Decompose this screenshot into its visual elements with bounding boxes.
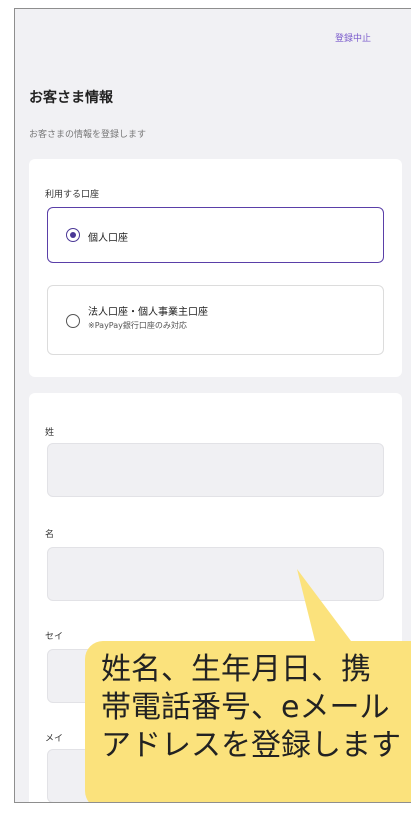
callout-text: 姓名、生年月日、携 帯電話番号、eメール アドレスを登録します	[101, 652, 401, 763]
corporate-account-note: ※PayPay銀行口座のみ対応	[88, 321, 187, 330]
radio-unselected-icon[interactable]	[66, 314, 80, 328]
app-screen: 登録中止 お客さま情報 お客さまの情報を登録します 利用する口座 個人口座 法人…	[14, 8, 411, 803]
radio-selected-icon[interactable]	[66, 228, 80, 242]
last-name-input[interactable]	[47, 443, 384, 497]
first-name-label: 名	[45, 530, 55, 540]
account-type-label: 利用する口座	[45, 190, 100, 200]
cancel-registration-link[interactable]: 登録中止	[335, 31, 371, 44]
tutorial-callout: 姓名、生年月日、携 帯電話番号、eメール アドレスを登録します	[85, 641, 411, 802]
personal-account-option[interactable]: 個人口座	[47, 207, 384, 263]
page-title: お客さま情報	[29, 90, 113, 106]
callout-pointer	[297, 569, 357, 649]
last-name-label: 姓	[45, 428, 55, 438]
last-name-kana-label: セイ	[45, 632, 64, 642]
corporate-account-label: 法人口座・個人事業主口座	[88, 307, 208, 318]
first-name-kana-label: メイ	[45, 734, 64, 744]
account-type-card: 利用する口座 個人口座 法人口座・個人事業主口座 ※PayPay銀行口座のみ対応	[29, 159, 402, 377]
page-subtitle: お客さまの情報を登録します	[29, 130, 147, 140]
personal-account-label: 個人口座	[88, 233, 128, 244]
corporate-account-option[interactable]: 法人口座・個人事業主口座 ※PayPay銀行口座のみ対応	[47, 285, 384, 355]
